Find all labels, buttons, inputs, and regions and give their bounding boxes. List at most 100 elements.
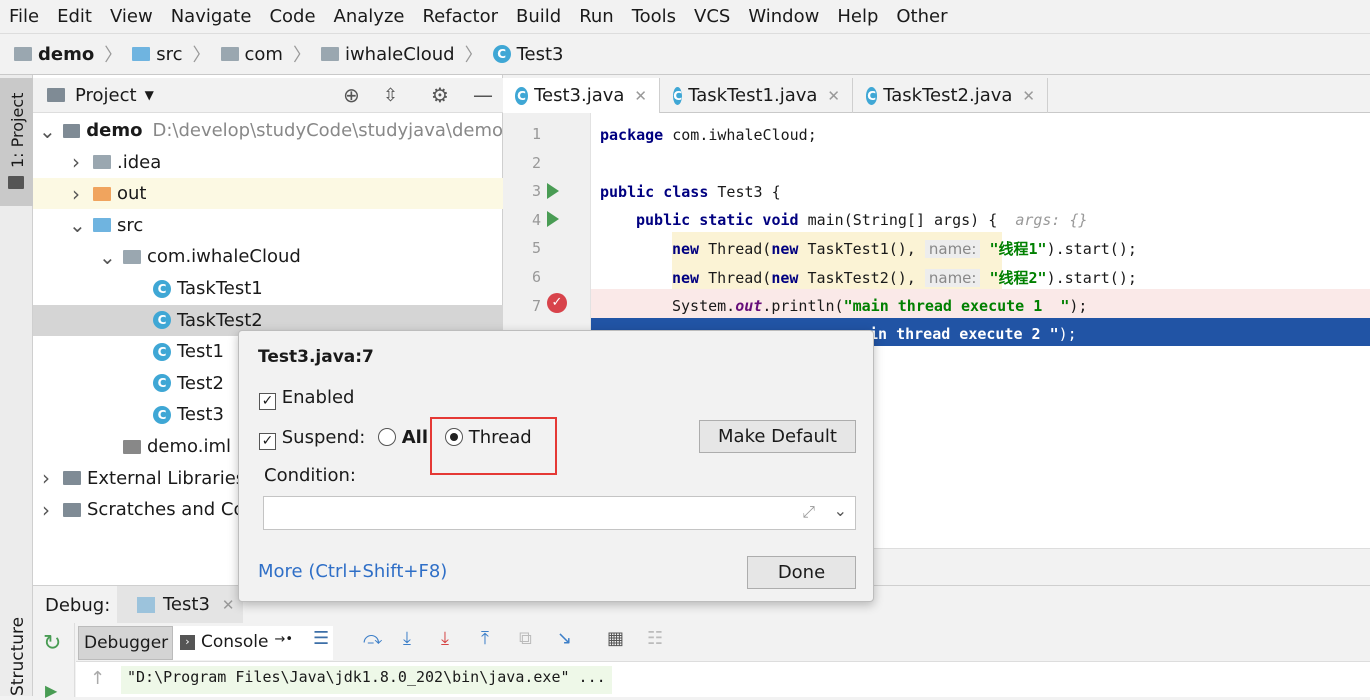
- step-out-icon[interactable]: ⤒: [481, 628, 489, 649]
- make-default-button[interactable]: Make Default: [699, 420, 856, 453]
- expand-icon[interactable]: ⤢: [802, 502, 815, 522]
- folder-icon: [8, 176, 24, 189]
- chevron-down-icon[interactable]: ▼: [145, 88, 154, 102]
- close-icon[interactable]: ✕: [827, 87, 840, 105]
- menu-build[interactable]: Build: [507, 6, 570, 27]
- tree-item-label: demo: [86, 120, 143, 141]
- resume-icon[interactable]: ▶: [45, 681, 57, 700]
- done-button[interactable]: Done: [747, 556, 856, 589]
- force-step-into-icon[interactable]: ⤓: [441, 628, 449, 649]
- menu-view[interactable]: View: [101, 6, 162, 27]
- more-link[interactable]: More (Ctrl+Shift+F8): [258, 561, 447, 582]
- folder-icon: [93, 186, 111, 201]
- chevron-right-icon[interactable]: ›: [69, 182, 83, 206]
- code-line: new Thread(new TaskTest1(), name: "线程1")…: [672, 235, 1137, 263]
- chevron-right-icon[interactable]: ›: [39, 498, 53, 522]
- code-token: args: {}: [1015, 211, 1088, 229]
- checkbox-checked-icon: ✓: [259, 433, 276, 450]
- code-token: System.: [672, 297, 736, 315]
- breadcrumb-src[interactable]: src: [132, 44, 183, 65]
- chevron-right-icon[interactable]: ›: [39, 466, 53, 490]
- pin-icon[interactable]: →•: [275, 632, 294, 654]
- code-token: new: [672, 269, 700, 287]
- tree-item[interactable]: ⌄ com.iwhaleCloud: [33, 241, 503, 272]
- menu-tools[interactable]: Tools: [623, 6, 685, 27]
- code-token: ).start();: [1046, 240, 1137, 258]
- code-token: ).start();: [1046, 269, 1137, 287]
- menu-vcs[interactable]: VCS: [685, 6, 739, 27]
- menu-code[interactable]: Code: [260, 6, 324, 27]
- code-token: main(String[] args) {: [798, 211, 1016, 229]
- close-icon[interactable]: ✕: [222, 596, 235, 614]
- debugger-tab[interactable]: Debugger: [78, 626, 173, 660]
- gear-icon[interactable]: ⚙: [431, 83, 449, 107]
- close-icon[interactable]: ✕: [634, 87, 647, 105]
- evaluate-icon[interactable]: ▦: [607, 628, 624, 649]
- code-token: name:: [924, 240, 981, 258]
- menu-navigate[interactable]: Navigate: [162, 6, 261, 27]
- menu-refactor[interactable]: Refactor: [413, 6, 507, 27]
- tab-tasktest1[interactable]: C TaskTest1.java ✕: [661, 78, 853, 113]
- condition-label: Condition:: [264, 465, 356, 486]
- debug-session-tab[interactable]: Test3 ✕: [117, 586, 243, 623]
- menu-run[interactable]: Run: [570, 6, 623, 27]
- close-icon[interactable]: ✕: [1022, 87, 1035, 105]
- breadcrumb-test3[interactable]: C Test3: [492, 44, 564, 65]
- project-view-selector[interactable]: Project: [75, 85, 137, 106]
- project-tool-button[interactable]: 1: Project: [0, 78, 33, 206]
- trace-icon[interactable]: ☷: [647, 628, 663, 649]
- chevron-down-icon[interactable]: ⌄: [99, 245, 116, 269]
- suspend-all-radio[interactable]: All: [378, 427, 428, 448]
- chevron-right-icon[interactable]: ›: [69, 150, 83, 174]
- menu-file[interactable]: File: [0, 6, 48, 27]
- collapse-all-icon[interactable]: ⇳: [383, 85, 398, 106]
- breadcrumb-com[interactable]: com: [220, 44, 283, 65]
- run-to-cursor-icon[interactable]: ↘: [557, 628, 572, 649]
- code-token: Thread(: [699, 240, 772, 258]
- line-number: 4: [531, 210, 541, 229]
- step-over-icon[interactable]: ⤼: [363, 628, 382, 649]
- locate-icon[interactable]: ⊕: [343, 83, 360, 107]
- line-number: 1: [531, 125, 541, 143]
- session-label: Test3: [163, 594, 210, 615]
- menu-window[interactable]: Window: [739, 6, 828, 27]
- folder-icon: [93, 218, 111, 233]
- breadcrumb-iwhalecloud[interactable]: iwhaleCloud: [320, 44, 455, 65]
- enabled-checkbox[interactable]: ✓ Enabled: [259, 387, 354, 410]
- code-token: "main thread execute 1 ": [843, 297, 1070, 315]
- show-execution-point-icon[interactable]: ☰: [313, 628, 329, 649]
- console-tab[interactable]: › Console →•: [173, 626, 333, 660]
- drop-frame-icon[interactable]: ⧉: [519, 628, 532, 649]
- class-icon: C: [153, 405, 171, 424]
- scroll-up-icon[interactable]: ↑: [90, 668, 105, 689]
- run-icon[interactable]: [547, 183, 559, 199]
- code-token: new: [771, 269, 799, 287]
- menu-analyze[interactable]: Analyze: [325, 6, 414, 27]
- menu-help[interactable]: Help: [828, 6, 887, 27]
- condition-input[interactable]: ⤢ ⌄: [263, 496, 856, 530]
- code-line: new Thread(new TaskTest2(), name: "线程2")…: [672, 264, 1137, 292]
- tree-item[interactable]: › out: [33, 178, 503, 210]
- tab-test3[interactable]: C Test3.java ✕: [503, 78, 660, 113]
- suspend-checkbox[interactable]: ✓ Suspend:: [259, 427, 365, 450]
- step-into-icon[interactable]: ⤓: [403, 628, 411, 649]
- menu-other[interactable]: Other: [887, 6, 956, 27]
- tree-item-label: TaskTest2: [177, 309, 263, 331]
- chevron-down-icon[interactable]: ⌄: [69, 213, 86, 237]
- breadcrumb-demo[interactable]: demo: [14, 44, 94, 65]
- tab-tasktest2[interactable]: C TaskTest2.java ✕: [854, 78, 1048, 113]
- rerun-icon[interactable]: ↻: [43, 631, 61, 656]
- menu-edit[interactable]: Edit: [48, 6, 101, 27]
- breakpoint-icon[interactable]: ✓: [547, 293, 567, 313]
- chevron-down-icon[interactable]: ⌄: [834, 501, 847, 520]
- tree-item[interactable]: ⌄ demo D:\develop\studyCode\studyjava\demo: [33, 115, 503, 146]
- editor-tabs: C Test3.java ✕ C TaskTest1.java ✕ C TaskTest2…: [503, 75, 1370, 113]
- chevron-down-icon[interactable]: ⌄: [39, 119, 56, 143]
- run-icon[interactable]: [547, 211, 559, 227]
- hide-icon[interactable]: —: [473, 83, 493, 107]
- structure-tool-button[interactable]: Structure: [8, 617, 28, 696]
- tree-item-label: src: [117, 214, 144, 236]
- tree-item[interactable]: › .idea: [33, 147, 503, 178]
- tree-item[interactable]: C TaskTest1: [33, 273, 503, 304]
- tree-item[interactable]: ⌄ src: [33, 210, 503, 241]
